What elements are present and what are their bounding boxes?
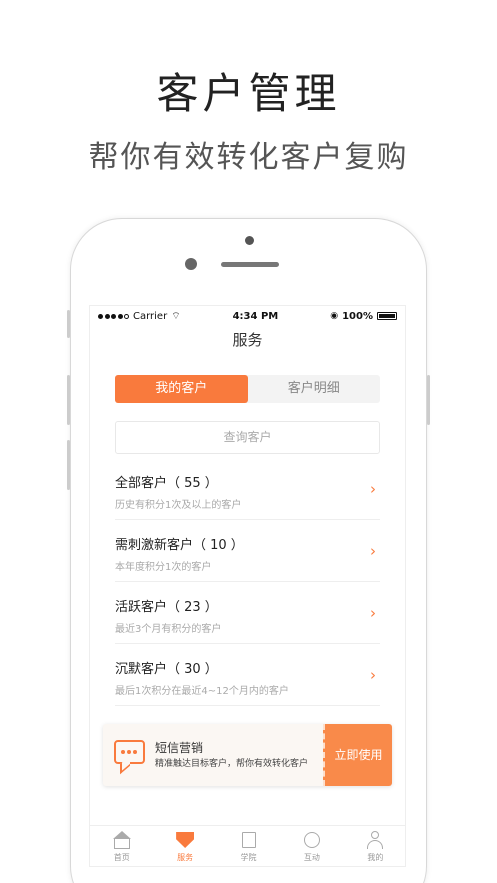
tab-customer-details[interactable]: 客户明细 [248, 375, 381, 403]
tab-label: 互动 [303, 853, 320, 862]
segment-control: 我的客户 客户明细 [115, 375, 380, 403]
tab-my-customers[interactable]: 我的客户 [115, 375, 248, 403]
tab-service[interactable]: 服务 [153, 826, 216, 866]
wifi-icon: ⌔ [171, 310, 181, 322]
list-item-title: 沉默客户（ 30 ） [115, 662, 218, 677]
volume-down-button [67, 440, 70, 490]
home-icon [112, 831, 132, 849]
page-title: 服务 [232, 331, 263, 349]
use-now-button[interactable]: 立即使用 [323, 724, 392, 786]
volume-up-button [67, 375, 70, 425]
signal-icon [98, 313, 129, 319]
tab-bar: 首页 服务 学院 互动 我的 [90, 825, 405, 866]
chevron-right-icon: › [370, 480, 376, 498]
sms-card-desc: 精准触达目标客户，帮你有效转化客户 [155, 759, 309, 769]
carrier-label: Carrier [133, 310, 168, 322]
chevron-right-icon: › [370, 604, 376, 622]
tab-label: 我的 [367, 853, 384, 862]
tab-mine[interactable]: 我的 [344, 826, 405, 866]
customer-list: 全部客户（ 55 ） 历史有积分1次及以上的客户 › 需刺激新客户（ 10 ） … [115, 458, 380, 706]
list-item-title: 全部客户（ 55 ） [115, 476, 218, 491]
list-item-desc: 最近3个月有积分的客户 [115, 624, 222, 635]
tab-academy[interactable]: 学院 [217, 826, 280, 866]
service-icon [175, 831, 195, 849]
message-icon [114, 740, 145, 764]
user-icon [365, 831, 385, 849]
list-item-active-customers[interactable]: 活跃客户（ 23 ） 最近3个月有积分的客户 › [115, 582, 380, 644]
list-item-desc: 本年度积分1次的客户 [115, 562, 212, 573]
status-time: 4:34 PM [232, 310, 279, 322]
chevron-right-icon: › [370, 542, 376, 560]
camera-icon [245, 236, 254, 245]
promo-headline: 客户管理 [156, 69, 341, 118]
list-item-desc: 最后1次积分在最近4~12个月内的客户 [115, 686, 289, 697]
sms-card-title: 短信营销 [155, 741, 204, 755]
battery-percent: 100% [342, 310, 373, 322]
app-screen: Carrier ⌔ 4:34 PM ◉ 100% 服务 我的客户 客户明细 查询… [89, 305, 406, 867]
power-button [427, 375, 430, 425]
chat-icon [302, 831, 322, 849]
chevron-right-icon: › [370, 666, 376, 684]
tab-label: 学院 [240, 853, 257, 862]
sensor-icon [185, 258, 197, 270]
tab-interact[interactable]: 互动 [280, 826, 343, 866]
search-input[interactable]: 查询客户 [115, 421, 380, 454]
list-item-new-customers[interactable]: 需刺激新客户（ 10 ） 本年度积分1次的客户 › [115, 520, 380, 582]
list-item-desc: 历史有积分1次及以上的客户 [115, 500, 242, 511]
list-item-title: 需刺激新客户（ 10 ） [115, 538, 244, 553]
list-item-title: 活跃客户（ 23 ） [115, 600, 218, 615]
tab-home[interactable]: 首页 [90, 826, 153, 866]
battery-icon [376, 312, 397, 320]
book-icon [239, 831, 259, 849]
mute-switch [67, 310, 70, 338]
rotation-lock-icon: ◉ [330, 311, 339, 321]
list-item-silent-customers[interactable]: 沉默客户（ 30 ） 最后1次积分在最近4~12个月内的客户 › [115, 644, 380, 706]
sms-marketing-card[interactable]: 短信营销 精准触达目标客户，帮你有效转化客户 立即使用 [103, 724, 392, 786]
tab-label: 首页 [113, 853, 130, 862]
speaker-icon [221, 262, 279, 267]
tab-label: 服务 [177, 853, 194, 862]
promo-subline: 帮你有效转化客户复购 [88, 140, 409, 175]
status-bar: Carrier ⌔ 4:34 PM ◉ 100% [90, 306, 405, 326]
list-item-all-customers[interactable]: 全部客户（ 55 ） 历史有积分1次及以上的客户 › [115, 458, 380, 520]
